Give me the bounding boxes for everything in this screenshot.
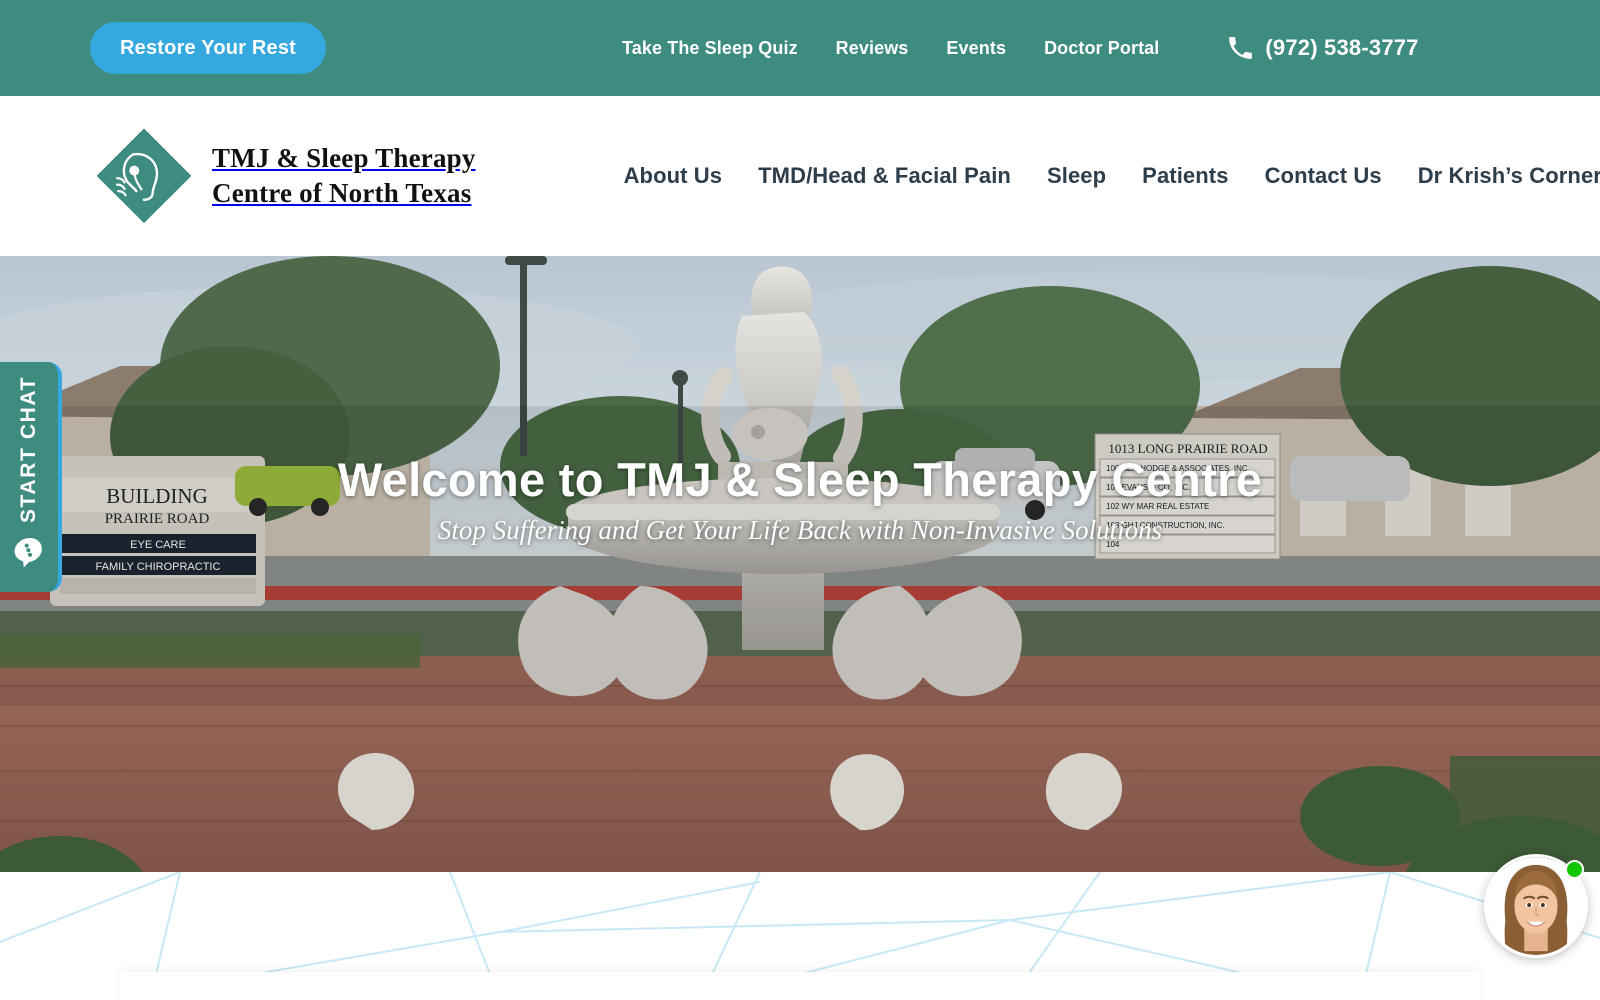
- top-nav-item-sleep-quiz[interactable]: Take The Sleep Quiz: [622, 38, 798, 59]
- top-utility-bar: Restore Your Rest Take The Sleep Quiz Re…: [0, 0, 1600, 96]
- logo-wordmark: TMJ & Sleep Therapy Centre of North Texa…: [212, 141, 476, 210]
- diamond-head-profile-logo-icon: [96, 128, 192, 224]
- nav-item-contact-us[interactable]: Contact Us: [1265, 163, 1382, 189]
- page-root: Restore Your Rest Take The Sleep Quiz Re…: [0, 0, 1600, 1000]
- nav-item-tmd-head-facial-pain[interactable]: TMD/Head & Facial Pain: [758, 163, 1011, 189]
- agent-avatar-widget[interactable]: [1484, 854, 1588, 958]
- top-nav-item-events[interactable]: Events: [946, 38, 1006, 59]
- hero-title: Welcome to TMJ & Sleep Therapy Centre: [337, 453, 1263, 506]
- main-navigation: About Us TMD/Head & Facial Pain Sleep Pa…: [624, 163, 1600, 189]
- hero-banner: BUILDING PRAIRIE ROAD EYE CARE FAMILY CH…: [0, 256, 1600, 872]
- logo-line-1: TMJ & Sleep Therapy: [212, 143, 476, 174]
- online-status-dot: [1565, 860, 1584, 879]
- below-hero-section: [0, 872, 1600, 1000]
- start-chat-label: START CHAT: [17, 376, 40, 524]
- hero-subtitle: Stop Suffering and Get Your Life Back wi…: [437, 515, 1163, 545]
- phone-number: (972) 538-3777: [1265, 35, 1419, 60]
- top-nav-item-reviews[interactable]: Reviews: [836, 38, 909, 59]
- content-card-placeholder: [120, 972, 1480, 1000]
- restore-your-rest-button[interactable]: Restore Your Rest: [90, 22, 327, 74]
- site-logo[interactable]: TMJ & Sleep Therapy Centre of North Texa…: [90, 122, 476, 230]
- phone-icon: [1229, 37, 1253, 59]
- phone-link[interactable]: (972) 538-3777: [1227, 35, 1418, 61]
- top-nav-item-doctor-portal[interactable]: Doctor Portal: [1044, 38, 1159, 59]
- top-utility-nav: Take The Sleep Quiz Reviews Events Docto…: [622, 38, 1159, 59]
- chat-bubble-icon: [14, 538, 42, 568]
- hero-text-overlay: Welcome to TMJ & Sleep Therapy Centre St…: [0, 256, 1600, 872]
- site-header: TMJ & Sleep Therapy Centre of North Texa…: [0, 96, 1600, 256]
- nav-item-dr-krishs-corner[interactable]: Dr Krish’s Corner: [1418, 163, 1600, 189]
- nav-item-patients[interactable]: Patients: [1142, 163, 1228, 189]
- nav-item-sleep[interactable]: Sleep: [1047, 163, 1106, 189]
- logo-line-2: Centre of North Texas: [212, 178, 472, 208]
- nav-item-about-us[interactable]: About Us: [624, 163, 723, 189]
- start-chat-tab[interactable]: START CHAT: [0, 362, 62, 592]
